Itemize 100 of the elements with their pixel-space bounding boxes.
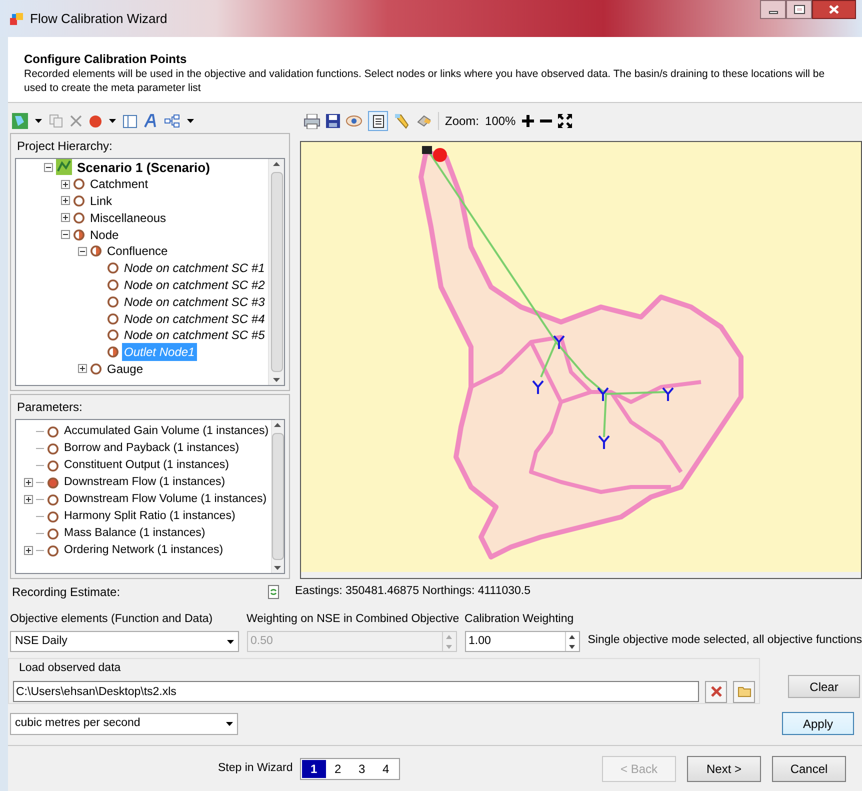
step-tab[interactable]: 2 bbox=[326, 760, 350, 778]
collapse-toggle[interactable] bbox=[61, 230, 70, 240]
hierarchy-icon[interactable] bbox=[164, 114, 180, 128]
parameter-item[interactable]: Accumulated Gain Volume (1 instances) bbox=[62, 422, 271, 440]
pencil-icon[interactable] bbox=[394, 113, 410, 129]
spin-down-icon[interactable] bbox=[569, 644, 576, 648]
node-circle-icon bbox=[47, 494, 59, 506]
step-tab[interactable]: 3 bbox=[350, 760, 374, 778]
parameter-item[interactable]: Harmony Split Ratio (1 instances) bbox=[62, 508, 238, 526]
close-button[interactable] bbox=[812, 0, 856, 19]
node-circle-icon bbox=[107, 296, 119, 308]
units-dropdown[interactable]: cubic metres per second bbox=[10, 712, 238, 735]
gauge-marker-icon[interactable] bbox=[597, 387, 609, 402]
expand-toggle[interactable] bbox=[24, 495, 33, 504]
collapse-toggle[interactable] bbox=[44, 162, 53, 172]
tree-item[interactable]: Link bbox=[88, 192, 114, 210]
node-circle-icon bbox=[73, 212, 85, 224]
eraser-icon[interactable] bbox=[416, 114, 432, 128]
expand-toggle[interactable] bbox=[61, 180, 70, 189]
panel-label: Parameters: bbox=[16, 399, 84, 416]
node-circle-icon bbox=[73, 194, 85, 207]
browse-button[interactable] bbox=[733, 680, 755, 702]
document-icon bbox=[372, 114, 384, 128]
scroll-down-icon[interactable] bbox=[274, 566, 282, 570]
app-icon bbox=[10, 12, 24, 26]
node-circle-icon bbox=[47, 510, 59, 522]
node-circle-icon bbox=[90, 245, 102, 258]
parameter-item[interactable]: Mass Balance (1 instances) bbox=[62, 524, 208, 542]
node-circle-icon bbox=[73, 178, 85, 190]
node-circle-icon bbox=[47, 426, 59, 438]
node-circle-icon bbox=[73, 228, 85, 241]
parameter-item[interactable]: Downstream Flow Volume (1 instances) bbox=[62, 490, 269, 508]
scroll-up-icon[interactable] bbox=[274, 423, 282, 427]
save-icon[interactable] bbox=[326, 114, 340, 128]
objective-dropdown[interactable]: NSE Daily bbox=[10, 631, 239, 652]
folder-icon bbox=[738, 686, 750, 697]
apply-button[interactable]: Apply bbox=[782, 712, 854, 736]
node-circle-icon bbox=[107, 278, 119, 291]
parameter-item[interactable]: Downstream Flow (1 instances) bbox=[62, 474, 228, 492]
node-circle-icon bbox=[107, 346, 119, 358]
clear-path-button[interactable] bbox=[705, 680, 727, 702]
tree-item[interactable]: Confluence bbox=[105, 242, 170, 260]
eye-icon[interactable] bbox=[346, 115, 362, 127]
parameter-item[interactable]: Constituent Output (1 instances) bbox=[62, 456, 231, 474]
node-circle-icon bbox=[47, 442, 59, 454]
scrollbar[interactable] bbox=[268, 159, 284, 385]
step-tab[interactable]: 1 bbox=[302, 760, 326, 778]
record-icon[interactable] bbox=[89, 114, 102, 128]
mode-message: Single objective mode selected, all objective functions bbox=[588, 633, 862, 648]
expand-toggle[interactable] bbox=[61, 196, 70, 206]
scrollbar[interactable] bbox=[270, 420, 284, 573]
scenario-map-icon bbox=[56, 159, 72, 176]
outlet-marker-icon[interactable] bbox=[422, 146, 447, 162]
maximize-button[interactable] bbox=[786, 0, 812, 19]
tree-item[interactable]: Node on catchment SC #4 bbox=[122, 310, 267, 328]
tree-item[interactable]: Gauge bbox=[105, 360, 146, 378]
report-toggle[interactable] bbox=[368, 111, 388, 131]
italic-a-icon[interactable] bbox=[144, 114, 157, 128]
gauge-marker-icon[interactable] bbox=[662, 387, 674, 402]
node-circle-icon bbox=[47, 544, 59, 556]
tree-item[interactable]: Node on catchment SC #2 bbox=[122, 276, 267, 294]
refresh-icon[interactable] bbox=[268, 585, 279, 599]
scroll-up-icon[interactable] bbox=[273, 162, 280, 166]
tree-item[interactable]: Catchment bbox=[88, 175, 150, 194]
collapse-toggle[interactable] bbox=[78, 246, 87, 256]
tree-item[interactable]: Miscellaneous bbox=[88, 208, 168, 227]
tree-item[interactable]: Node on catchment SC #1 bbox=[122, 259, 267, 278]
tree-item[interactable]: Node on catchment SC #3 bbox=[122, 292, 267, 311]
node-circle-icon bbox=[47, 476, 59, 488]
clear-button[interactable]: Clear bbox=[788, 675, 860, 698]
step-tab[interactable]: 4 bbox=[374, 760, 398, 778]
zoom-in-icon[interactable] bbox=[522, 115, 534, 127]
tree-item[interactable]: Scenario 1 (Scenario) bbox=[75, 159, 212, 178]
field-label: Weighting on NSE in Combined Objective bbox=[246, 612, 457, 627]
expand-toggle[interactable] bbox=[61, 213, 70, 222]
tree-item[interactable]: Node on catchment SC #5 bbox=[122, 326, 267, 344]
parameter-item[interactable]: Ordering Network (1 instances) bbox=[62, 542, 226, 560]
wizard-nav-button[interactable]: Cancel bbox=[772, 756, 846, 782]
gauge-marker-icon[interactable] bbox=[598, 435, 610, 450]
expand-toggle[interactable] bbox=[24, 478, 33, 487]
wizard-nav-button[interactable]: Next > bbox=[687, 756, 761, 782]
scroll-down-icon[interactable] bbox=[273, 378, 280, 382]
zoom-label: Zoom: bbox=[445, 113, 480, 130]
number-spinner[interactable]: 1.00 bbox=[464, 631, 580, 652]
gauge-marker-icon[interactable] bbox=[532, 380, 544, 395]
print-icon[interactable] bbox=[304, 114, 320, 128]
parameters-list[interactable] bbox=[15, 419, 285, 574]
spin-up-icon[interactable] bbox=[569, 635, 576, 639]
minimize-button[interactable] bbox=[760, 0, 786, 19]
node-circle-icon bbox=[47, 528, 59, 540]
expand-toggle[interactable] bbox=[78, 364, 87, 374]
panel-icon[interactable] bbox=[123, 114, 137, 128]
node-circle-icon bbox=[47, 460, 59, 472]
node-circle-icon bbox=[107, 329, 119, 342]
tree-item[interactable]: Node bbox=[88, 226, 121, 244]
gauge-marker-icon[interactable] bbox=[553, 335, 565, 350]
file-path-field[interactable]: C:\Users\ehsan\Desktop\ts2.xls bbox=[13, 681, 699, 702]
fullscreen-icon[interactable] bbox=[558, 114, 572, 128]
expand-toggle[interactable] bbox=[24, 546, 33, 555]
parameter-item[interactable]: Borrow and Payback (1 instances) bbox=[62, 440, 242, 458]
